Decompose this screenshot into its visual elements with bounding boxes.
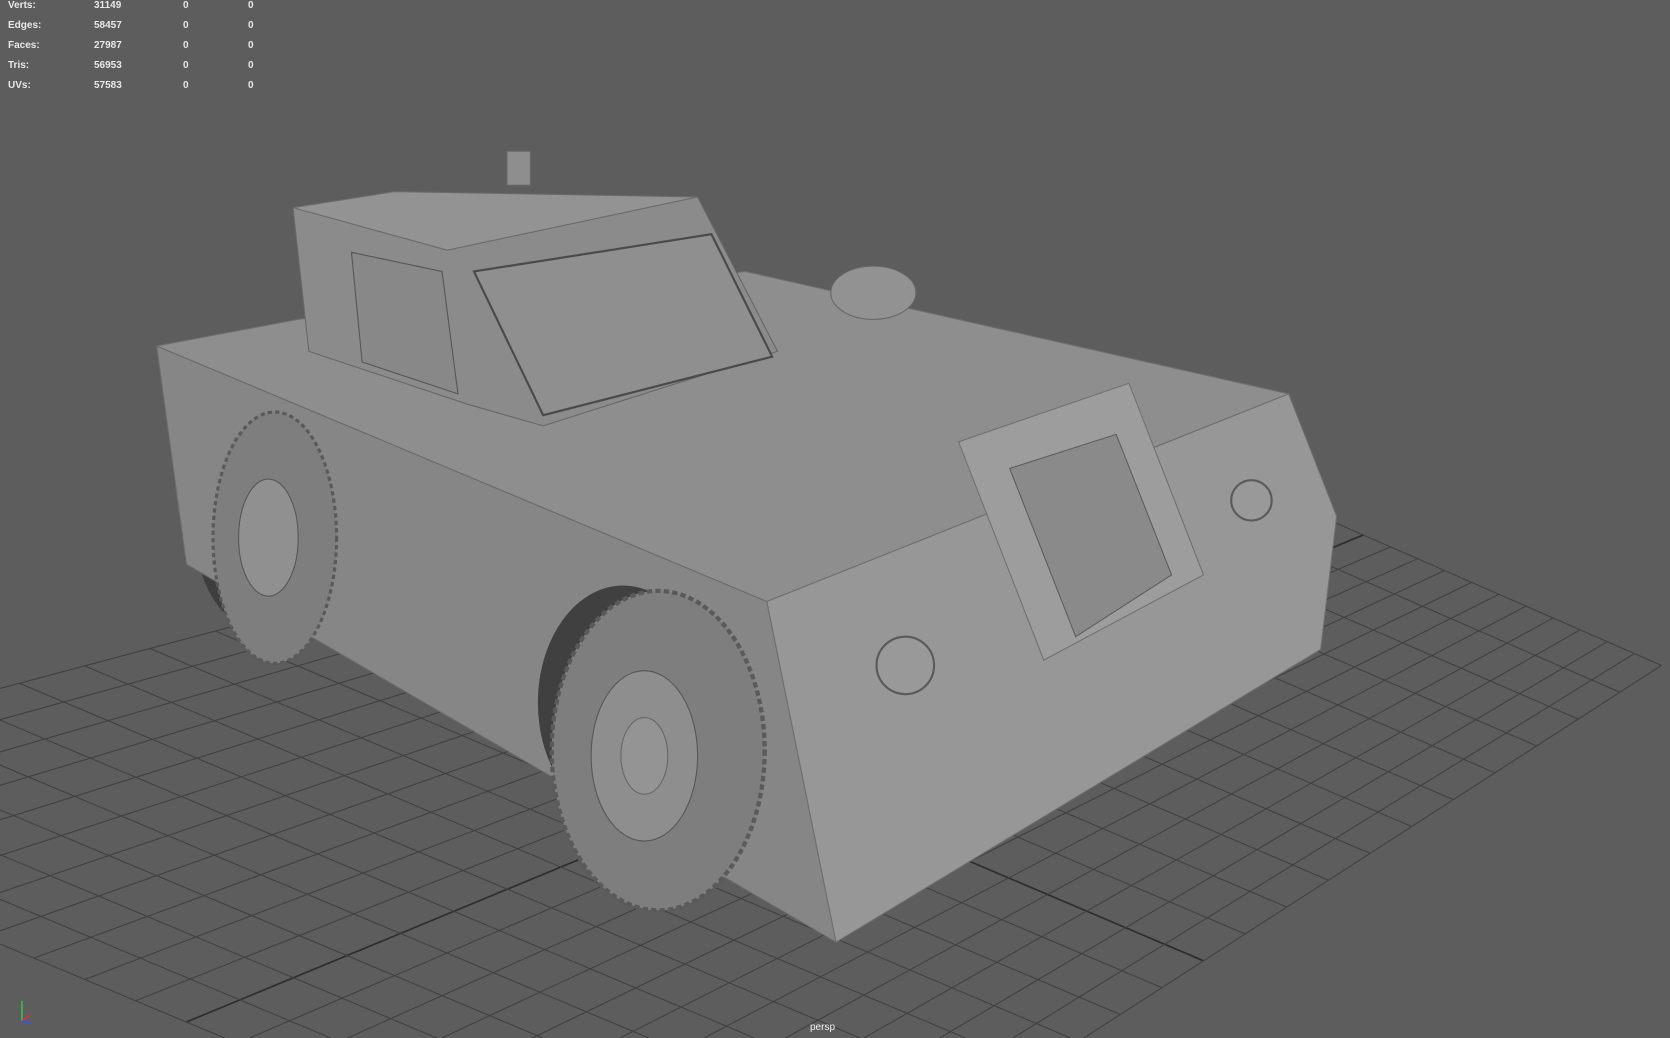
headlight-left bbox=[875, 635, 936, 696]
grid-line bbox=[0, 764, 649, 1038]
camera-label: persp bbox=[810, 1022, 836, 1033]
stat-selected: 0 bbox=[183, 0, 189, 11]
stat-selected: 0 bbox=[183, 20, 189, 31]
stat-selected-2: 0 bbox=[248, 20, 254, 31]
stat-total: 31149 bbox=[94, 0, 122, 11]
vehicle-model[interactable] bbox=[154, 150, 1338, 944]
stat-label: Verts: bbox=[8, 0, 36, 11]
stat-total: 56953 bbox=[94, 60, 122, 71]
stat-selected-2: 0 bbox=[248, 80, 254, 91]
stat-label: Edges: bbox=[8, 20, 42, 31]
front-hub-cap bbox=[620, 717, 669, 795]
stat-selected: 0 bbox=[183, 60, 189, 71]
headlight-right bbox=[1230, 479, 1273, 522]
stat-selected: 0 bbox=[183, 80, 189, 91]
stat-label: Tris: bbox=[8, 60, 30, 71]
stat-label: UVs: bbox=[8, 80, 31, 91]
grid-line bbox=[0, 898, 331, 1038]
rear-hub bbox=[238, 478, 299, 597]
beacon bbox=[506, 150, 531, 186]
stat-total: 57583 bbox=[94, 80, 122, 91]
scene-3d[interactable] bbox=[0, 0, 1670, 1038]
view-axis-icon bbox=[21, 1001, 32, 1024]
stat-selected-2: 0 bbox=[248, 0, 254, 11]
stat-selected: 0 bbox=[183, 40, 189, 51]
stat-selected-2: 0 bbox=[248, 60, 254, 71]
stat-label: Faces: bbox=[8, 40, 40, 51]
viewport-persp[interactable]: Verts: 31149 0 0 Edges: 58457 0 0 Faces: 27987 0… bbox=[0, 0, 1670, 1038]
grid-line bbox=[0, 809, 544, 1038]
stat-total: 27987 bbox=[94, 40, 122, 51]
stat-selected-2: 0 bbox=[248, 40, 254, 51]
stat-total: 58457 bbox=[94, 20, 122, 31]
exhaust-cap bbox=[830, 265, 917, 320]
